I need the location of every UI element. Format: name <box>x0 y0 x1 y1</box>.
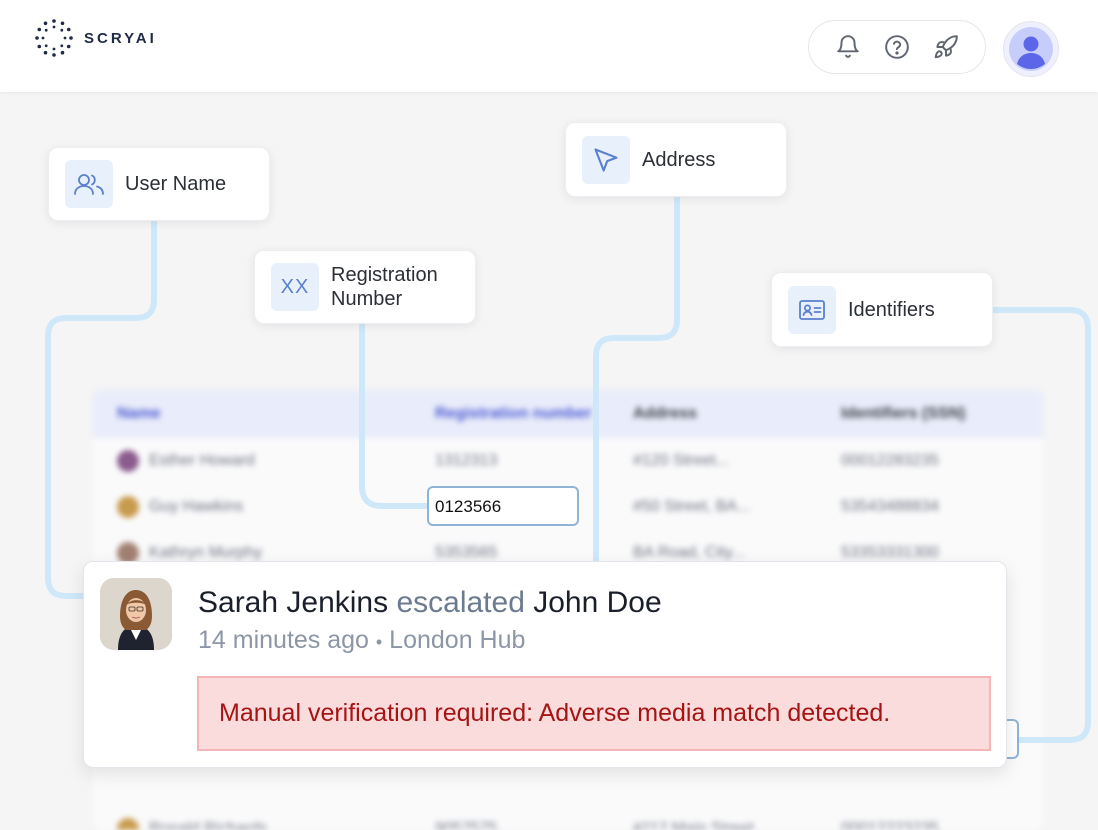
identifiers-connector <box>990 307 1091 743</box>
cursor-arrow-icon <box>582 135 630 184</box>
field-label-registration-number: Registration Number <box>331 263 438 311</box>
verification-alert: Manual verification required: Adverse me… <box>197 676 991 751</box>
field-card-identifiers[interactable]: Identifiers <box>771 272 993 347</box>
field-label-user-name: User Name <box>125 173 227 195</box>
user-name-connector <box>45 217 157 599</box>
escalation-notification[interactable]: Sarah Jenkins escalated John Doe 14 minu… <box>83 561 1007 768</box>
alert-message: Manual verification required: Adverse me… <box>219 699 891 727</box>
notification-meta: 14 minutes ago • London Hub <box>198 626 525 655</box>
users-icon <box>65 160 113 208</box>
notification-time: 14 minutes ago <box>198 626 369 654</box>
subject-name[interactable]: John Doe <box>533 586 661 619</box>
field-card-address[interactable]: Address <box>565 122 787 197</box>
field-label-identifiers: Identifiers <box>848 298 935 321</box>
registration-xx-icon: XX <box>271 263 319 311</box>
field-card-registration-number[interactable]: XX Registration Number <box>254 250 476 324</box>
notification-headline: Sarah Jenkins escalated John Doe <box>198 586 662 620</box>
sarah-jenkins-photo <box>100 578 172 650</box>
meta-separator: • <box>375 632 383 652</box>
registration-connector <box>359 321 431 509</box>
id-card-icon <box>788 285 836 334</box>
notification-location: London Hub <box>389 626 526 654</box>
registration-number-input[interactable]: 0123566 <box>427 486 579 526</box>
action-verb: escalated <box>396 586 525 619</box>
field-label-registration-line2: Number <box>331 288 403 310</box>
field-label-address: Address <box>642 148 716 171</box>
actor-name[interactable]: Sarah Jenkins <box>198 586 388 619</box>
field-label-registration-line1: Registration <box>331 264 438 286</box>
field-card-user-name[interactable]: User Name <box>48 147 270 221</box>
address-connector <box>593 194 680 565</box>
